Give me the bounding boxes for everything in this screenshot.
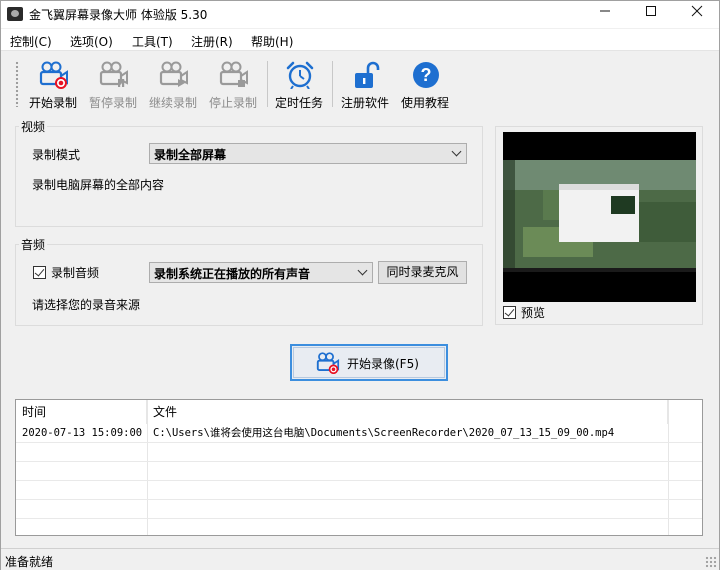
toolbar-separator <box>267 61 268 107</box>
stop-record-button[interactable]: 停止录制 <box>203 53 263 111</box>
audio-source-description: 请选择您的录音来源 <box>32 298 141 312</box>
video-camera-record-icon <box>316 352 340 374</box>
menu-options[interactable]: 选项(O) <box>70 33 113 50</box>
start-recording-main-button[interactable]: 开始录像(F5) <box>290 344 448 381</box>
svg-text:?: ? <box>421 65 432 85</box>
column-header-time[interactable]: 时间 <box>16 400 147 424</box>
maximize-button[interactable] <box>628 1 674 28</box>
toolbar-separator <box>332 61 333 107</box>
recording-list-table[interactable]: 时间 文件 2020-07-13 15:09:00 C:\Users\谁将会使用… <box>15 399 703 536</box>
close-button[interactable] <box>674 1 720 28</box>
audio-source-value: 录制系统正在播放的所有声音 <box>154 267 311 281</box>
record-microphone-button[interactable]: 同时录麦克风 <box>378 261 467 284</box>
video-camera-resume-icon <box>159 61 188 87</box>
video-camera-record-icon <box>39 61 68 89</box>
start-recording-main-label: 开始录像(F5) <box>347 357 419 371</box>
window-title: 金飞翼屏幕录像大师 体验版 5.30 <box>29 8 208 22</box>
row-file-cell: C:\Users\谁将会使用这台电脑\Documents\ScreenRecor… <box>153 427 615 439</box>
record-audio-label: 录制音频 <box>51 266 100 280</box>
register-software-label: 注册软件 <box>340 96 389 110</box>
table-row <box>16 462 702 481</box>
status-bar: 准备就绪 <box>1 548 719 570</box>
toolbar-grip[interactable] <box>15 61 19 107</box>
preview-screen <box>503 132 696 302</box>
pause-record-button[interactable]: 暂停录制 <box>83 53 143 111</box>
row-time-cell: 2020-07-13 15:09:00 <box>22 427 143 439</box>
table-row <box>16 481 702 500</box>
chevron-down-icon <box>357 265 368 276</box>
menu-help[interactable]: 帮助(H) <box>251 33 293 50</box>
title-bar: 金飞翼屏幕录像大师 体验版 5.30 <box>1 1 719 28</box>
app-window: 金飞翼屏幕录像大师 体验版 5.30 控制(C) 选项(O) 工具(T) 注册(… <box>0 0 720 570</box>
schedule-task-label: 定时任务 <box>274 96 323 110</box>
resize-grip-icon[interactable] <box>705 556 717 568</box>
preview-checkbox[interactable] <box>503 306 516 319</box>
menu-tools[interactable]: 工具(T) <box>132 33 173 50</box>
record-mode-select[interactable]: 录制全部屏幕 <box>149 143 467 164</box>
column-header-file[interactable]: 文件 <box>147 400 668 424</box>
table-row <box>16 443 702 462</box>
audio-group <box>15 244 483 326</box>
status-text: 准备就绪 <box>5 555 54 569</box>
tutorial-label: 使用教程 <box>400 96 449 110</box>
app-logo-icon <box>7 7 23 21</box>
record-mode-value: 录制全部屏幕 <box>154 148 227 162</box>
menu-bar: 控制(C) 选项(O) 工具(T) 注册(R) 帮助(H) <box>1 29 719 51</box>
menu-register[interactable]: 注册(R) <box>191 33 233 50</box>
resume-record-label: 继续录制 <box>148 96 197 110</box>
minimize-button[interactable] <box>582 1 628 28</box>
help-question-icon: ? <box>413 62 439 88</box>
tutorial-button[interactable]: ? 使用教程 <box>395 53 455 111</box>
schedule-task-button[interactable]: 定时任务 <box>269 53 329 111</box>
register-software-button[interactable]: 注册软件 <box>335 53 395 111</box>
start-record-label: 开始录制 <box>28 96 77 110</box>
video-camera-pause-icon <box>99 61 128 87</box>
audio-group-title: 音频 <box>19 236 48 253</box>
record-mode-description: 录制电脑屏幕的全部内容 <box>32 178 165 192</box>
menu-control[interactable]: 控制(C) <box>10 33 52 50</box>
video-group-title: 视频 <box>19 118 48 135</box>
resume-record-button[interactable]: 继续录制 <box>143 53 203 111</box>
toolbar: 开始录制 暂停录制 继续录制 停止录制 定时任务 注册软件 ? 使用教程 <box>1 53 719 113</box>
start-record-button[interactable]: 开始录制 <box>23 53 83 111</box>
chevron-down-icon <box>451 146 462 157</box>
record-mode-label: 录制模式 <box>32 148 81 162</box>
table-row[interactable]: 2020-07-13 15:09:00 C:\Users\谁将会使用这台电脑\D… <box>16 424 702 443</box>
maximize-icon <box>646 6 656 16</box>
record-audio-checkbox[interactable] <box>33 266 46 279</box>
unlock-icon <box>355 61 380 88</box>
preview-label: 预览 <box>521 306 546 320</box>
stop-record-label: 停止录制 <box>208 96 257 110</box>
pause-record-label: 暂停录制 <box>88 96 137 110</box>
alarm-clock-icon <box>286 61 314 89</box>
close-icon <box>691 5 703 17</box>
table-row <box>16 500 702 519</box>
audio-source-select[interactable]: 录制系统正在播放的所有声音 <box>149 262 373 283</box>
video-camera-stop-icon <box>219 61 248 87</box>
minimize-icon <box>600 10 610 12</box>
preview-thumbnail-image <box>503 132 696 302</box>
